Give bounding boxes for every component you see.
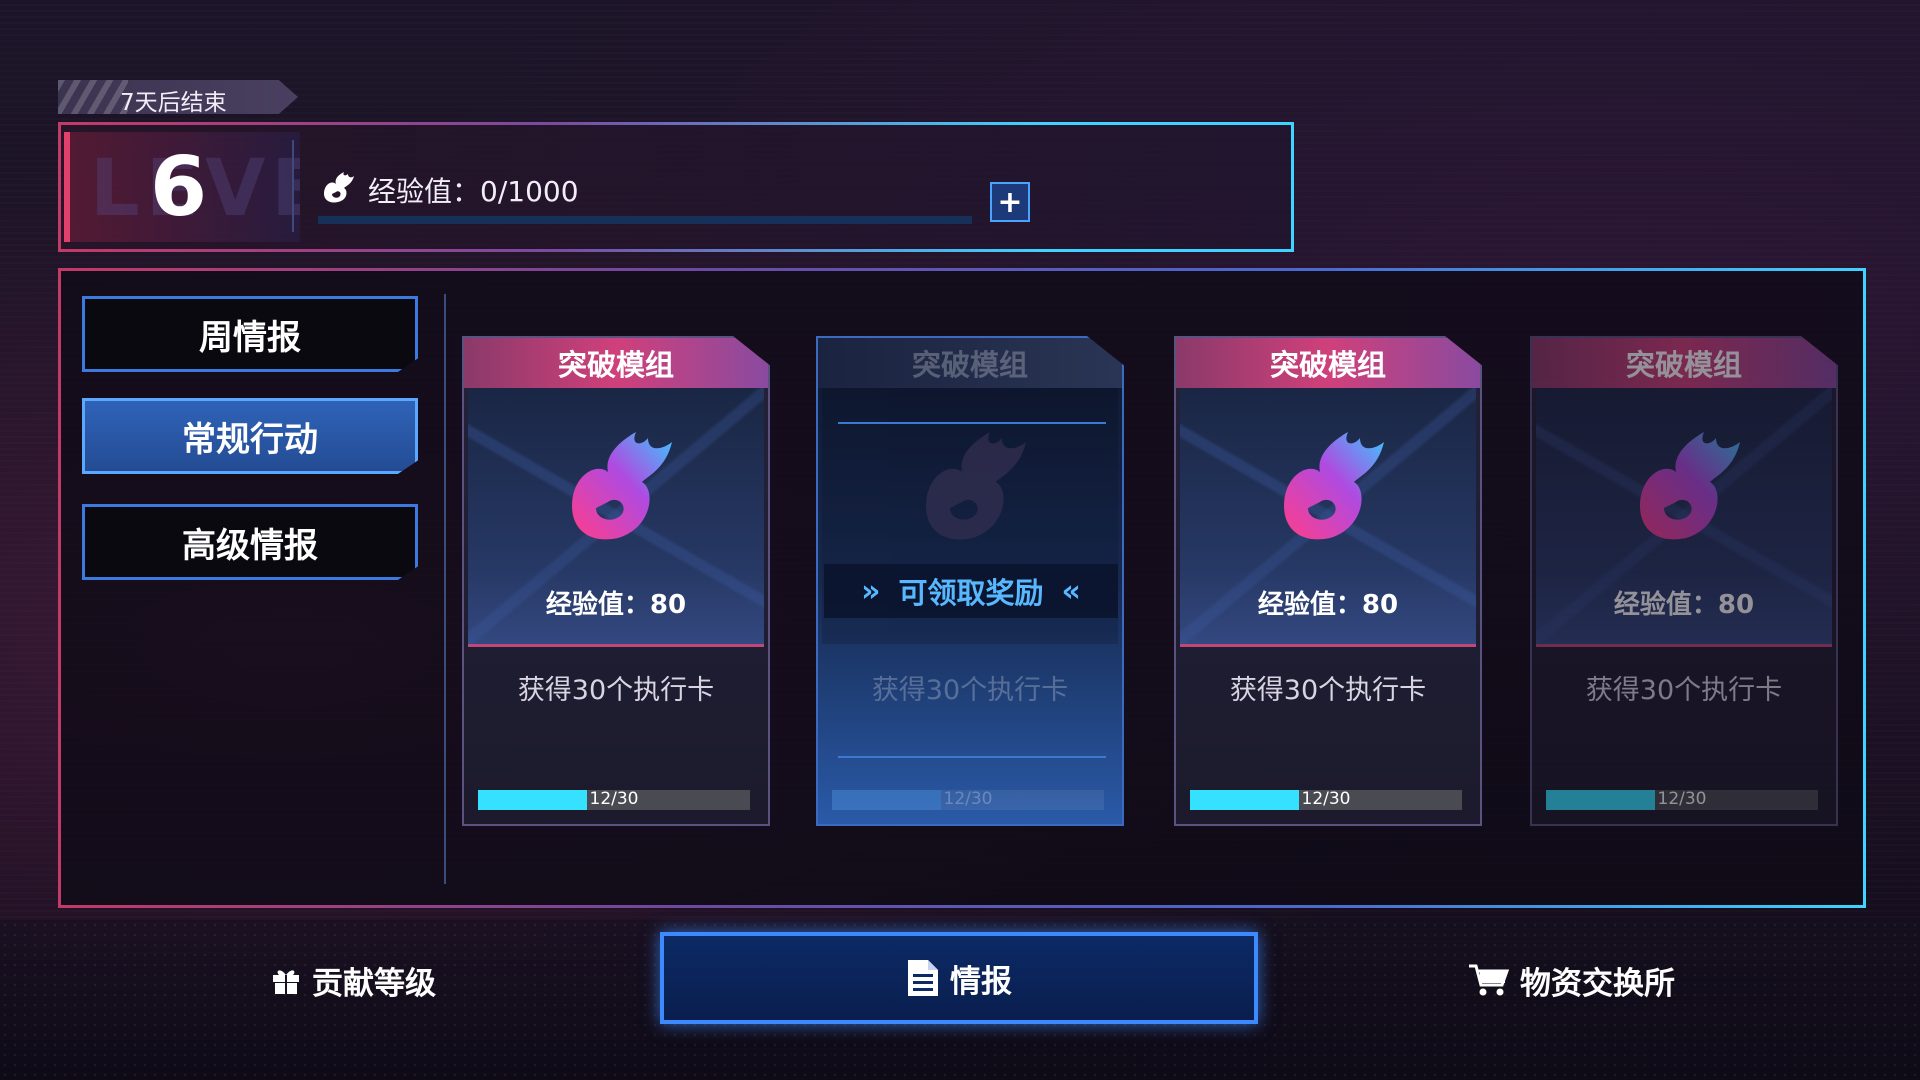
claim-top-line: [838, 422, 1106, 424]
nav-intel-label: 情报: [950, 963, 1012, 1000]
xp-label: 经验值：0/1000: [368, 175, 579, 208]
card-progress-track: 12/30: [1190, 789, 1462, 810]
task-card[interactable]: 突破模组 经验值：80 获得30个执行卡 12/30: [462, 336, 770, 826]
countdown-stripes: [58, 80, 128, 114]
nav-exchange-label: 物资交换所: [1520, 965, 1675, 1002]
flame-icon: [572, 432, 672, 540]
card-xp: 经验值：80: [545, 590, 687, 620]
card-title: 突破模组: [464, 338, 768, 388]
card-description: 获得30个执行卡: [517, 675, 715, 706]
tab-advanced-intel[interactable]: 高级情报: [82, 504, 418, 580]
cart-icon: [1469, 964, 1510, 996]
task-card-claimable[interactable]: 突破模组 » 可领取奖励 « 获得30个执行卡 12/30: [816, 336, 1124, 826]
card-description: 获得30个执行卡: [1585, 675, 1783, 706]
double-chevron-left-icon: «: [1061, 573, 1081, 609]
countdown-text: 7天后结束: [120, 90, 227, 116]
level-box: LEVEL 6: [64, 132, 300, 242]
card-progress-track: 12/30: [478, 789, 750, 810]
card-progress-text: 12/30: [589, 789, 639, 809]
nav-exchange[interactable]: 物资交换所: [1468, 950, 1675, 1010]
nav-contribution-label: 贡献等级: [312, 965, 436, 1002]
card-progress-text: 12/30: [1657, 789, 1707, 809]
flame-icon: [324, 172, 354, 203]
task-card-locked[interactable]: 突破模组 经验值：80 获得30个执行卡 12/30: [1530, 336, 1838, 826]
tab-regular-action[interactable]: 常规行动: [82, 398, 418, 474]
document-icon: [908, 960, 938, 996]
flame-icon: [1640, 432, 1740, 540]
claim-bottom-line: [838, 756, 1106, 758]
tab-weekly-intel[interactable]: 周情报: [82, 296, 418, 372]
card-title: 突破模组: [1532, 338, 1836, 388]
card-progress-track: 12/30: [832, 789, 1104, 810]
claim-reward-button[interactable]: » 可领取奖励 «: [824, 564, 1118, 618]
card-description: 获得30个执行卡: [871, 675, 1069, 706]
xp-progress-track: [318, 216, 972, 224]
card-image: 经验值：80: [1180, 388, 1476, 647]
level-number: 6: [150, 140, 208, 235]
level-divider: [292, 140, 294, 232]
card-progress-text: 12/30: [1301, 789, 1351, 809]
sidebar-divider: [444, 294, 446, 884]
card-progress-track: 12/30: [1546, 789, 1818, 810]
nav-contribution-level[interactable]: 贡献等级: [270, 950, 436, 1010]
gift-icon: [273, 970, 299, 994]
flame-icon: [1284, 432, 1384, 540]
nav-intel[interactable]: 情报: [660, 932, 1258, 1024]
card-xp: 经验值：80: [1257, 590, 1399, 620]
card-title: 突破模组: [818, 338, 1122, 388]
flame-icon: [926, 432, 1026, 540]
card-image: 经验值：80: [468, 388, 764, 647]
claim-reward-label: 可领取奖励: [898, 576, 1044, 610]
card-progress-text: 12/30: [943, 789, 993, 809]
card-xp: 经验值：80: [1613, 590, 1755, 620]
plus-icon[interactable]: +: [990, 182, 1030, 222]
card-title: 突破模组: [1176, 338, 1480, 388]
card-description: 获得30个执行卡: [1229, 675, 1427, 706]
task-card[interactable]: 突破模组 经验值：80 获得30个执行卡 12/30: [1174, 336, 1482, 826]
card-image: 经验值：80: [1536, 388, 1832, 647]
double-chevron-right-icon: »: [861, 573, 881, 609]
